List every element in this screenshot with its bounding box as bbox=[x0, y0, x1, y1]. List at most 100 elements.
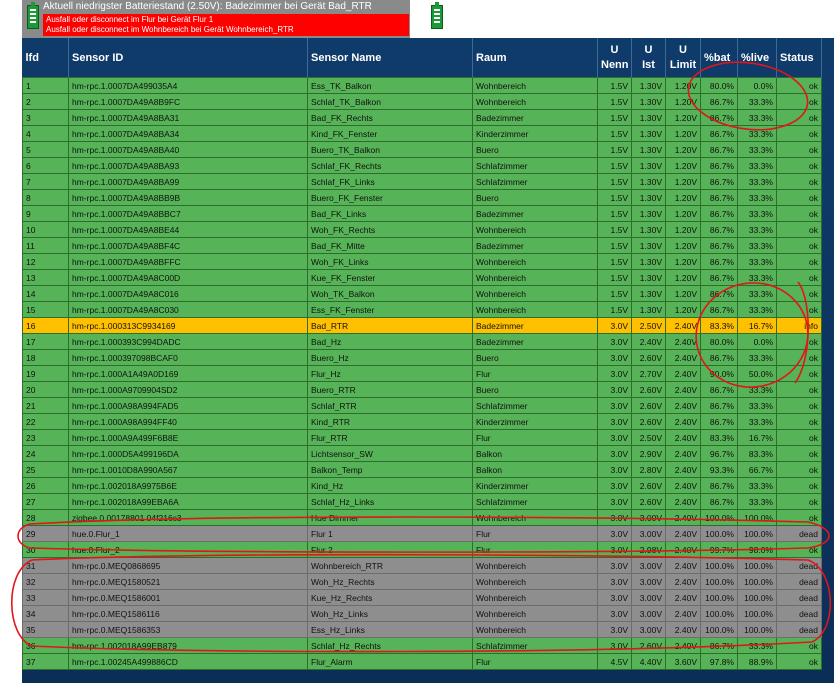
table-row[interactable]: 2 hm-rpc.1.0007DA49A8B9FC Schlaf_TK_Balkon… bbox=[22, 93, 822, 110]
col-header-sensor-name[interactable]: Sensor Name bbox=[307, 38, 473, 78]
table-row[interactable]: 32 hm-rpc.0.MEQ1580521 Woh_Hz_Rechts Wohnbe… bbox=[22, 573, 822, 590]
table-row[interactable]: 5 hm-rpc.1.0007DA49A8BA40 Buero_TK_Balkon B… bbox=[22, 141, 822, 158]
cell-lfd: 24 bbox=[22, 445, 69, 462]
cell-live: 33.3% bbox=[737, 269, 777, 286]
cell-u-nenn: 3.0V bbox=[597, 509, 632, 526]
table-row[interactable]: 3 hm-rpc.1.0007DA49A8BA31 Bad_FK_Rechts Bad… bbox=[22, 109, 822, 126]
cell-bat: 100.0% bbox=[700, 589, 738, 606]
cell-u-limit: 2.40V bbox=[665, 589, 701, 606]
cell-u-limit: 1.20V bbox=[665, 253, 701, 270]
cell-sensor-name: Buero_RTR bbox=[307, 381, 473, 398]
cell-status: ok bbox=[776, 637, 822, 654]
cell-sensor-name: Flur_Hz bbox=[307, 365, 473, 382]
cell-u-limit: 2.40V bbox=[665, 541, 701, 558]
table-row[interactable]: 23 hm-rpc.1.000A9A499F6B8E Flur_RTR Flur 3.0… bbox=[22, 429, 822, 446]
cell-status: ok bbox=[776, 237, 822, 254]
table-row[interactable]: 21 hm-rpc.1.000A98A994FAD5 Schlaf_RTR Schla… bbox=[22, 397, 822, 414]
col-header-live[interactable]: %live bbox=[737, 38, 777, 78]
cell-sensor-id: hm-rpc.1.0007DA49A8BF4C bbox=[68, 237, 308, 254]
col-header-u-limit[interactable]: U Limit bbox=[665, 38, 701, 78]
table-row[interactable]: 33 hm-rpc.0.MEQ1586001 Kue_Hz_Rechts Wohnbe… bbox=[22, 589, 822, 606]
cell-sensor-id: hm-rpc.1.0007DA49A8BB9B bbox=[68, 189, 308, 206]
col-header-sensor-id[interactable]: Sensor ID bbox=[68, 38, 308, 78]
cell-status: ok bbox=[776, 445, 822, 462]
col-header-bat[interactable]: %bat bbox=[700, 38, 738, 78]
col-header-status[interactable]: Status bbox=[776, 38, 822, 78]
cell-status: ok bbox=[776, 509, 822, 526]
cell-status: ok bbox=[776, 349, 822, 366]
cell-sensor-name: Schlaf_FK_Links bbox=[307, 173, 473, 190]
cell-sensor-name: Balkon_Temp bbox=[307, 461, 473, 478]
cell-u-nenn: 3.0V bbox=[597, 621, 632, 638]
table-row[interactable]: 4 hm-rpc.1.0007DA49A8BA34 Kind_FK_Fenster K… bbox=[22, 125, 822, 142]
table-row[interactable]: 25 hm-rpc.1.0010D8A990A567 Balkon_Temp Balk… bbox=[22, 461, 822, 478]
cell-live: 33.3% bbox=[737, 157, 777, 174]
table-row[interactable]: 12 hm-rpc.1.0007DA49A8BFFC Woh_FK_Links Woh… bbox=[22, 253, 822, 270]
cell-bat: 86.7% bbox=[700, 301, 738, 318]
table-row[interactable]: 14 hm-rpc.1.0007DA49A8C016 Woh_TK_Balkon Wo… bbox=[22, 285, 822, 302]
table-row[interactable]: 19 hm-rpc.1.000A1A49A0D169 Flur_Hz Flur 3.0V… bbox=[22, 365, 822, 382]
cell-u-limit: 1.20V bbox=[665, 237, 701, 254]
cell-u-nenn: 3.0V bbox=[597, 589, 632, 606]
table-row[interactable]: 1 hm-rpc.1.0007DA499035A4 Ess_TK_Balkon Woh… bbox=[22, 77, 822, 94]
cell-u-ist: 1.30V bbox=[631, 221, 666, 238]
table-row[interactable]: 24 hm-rpc.1.000D5A499196DA Lichtsensor_SW B… bbox=[22, 445, 822, 462]
cell-lfd: 30 bbox=[22, 541, 69, 558]
cell-u-nenn: 4.5V bbox=[597, 653, 632, 670]
cell-u-ist: 2.60V bbox=[631, 381, 666, 398]
cell-bat: 86.7% bbox=[700, 349, 738, 366]
cell-u-ist: 2.40V bbox=[631, 333, 666, 350]
col-header-lfd[interactable]: lfd bbox=[22, 38, 69, 78]
table-row[interactable]: 29 hue.0.Flur_1 Flur 1 Flur 3.0V 3.00V 2.40V 10… bbox=[22, 525, 822, 542]
col-header-raum[interactable]: Raum bbox=[472, 38, 598, 78]
cell-lfd: 6 bbox=[22, 157, 69, 174]
cell-raum: Wohnbereich bbox=[472, 557, 598, 574]
table-row[interactable]: 9 hm-rpc.1.0007DA49A8BBC7 Bad_FK_Links Bade… bbox=[22, 205, 822, 222]
col-header-u-ist[interactable]: U Ist bbox=[631, 38, 666, 78]
table-row[interactable]: 17 hm-rpc.1.000393C994DADC Bad_Hz Badezimme… bbox=[22, 333, 822, 350]
table-row[interactable]: 15 hm-rpc.1.0007DA49A8C030 Ess_FK_Fenster W… bbox=[22, 301, 822, 318]
cell-u-limit: 2.40V bbox=[665, 509, 701, 526]
table-row[interactable]: 20 hm-rpc.1.000A9709904SD2 Buero_RTR Buero 3… bbox=[22, 381, 822, 398]
cell-lfd: 33 bbox=[22, 589, 69, 606]
table-row[interactable]: 27 hm-rpc.1.002018A99EBA6A Schlaf_Hz_Links… bbox=[22, 493, 822, 510]
cell-sensor-name: Bad_FK_Mitte bbox=[307, 237, 473, 254]
cell-status: ok bbox=[776, 381, 822, 398]
cell-status: ok bbox=[776, 397, 822, 414]
table-row[interactable]: 13 hm-rpc.1.0007DA49A8C00D Kue_FK_Fenster W… bbox=[22, 269, 822, 286]
cell-u-limit: 1.20V bbox=[665, 93, 701, 110]
cell-sensor-name: Hue Dimmer bbox=[307, 509, 473, 526]
table-row[interactable]: 26 hm-rpc.1.002018A9975B6E Kind_Hz Kinderzi… bbox=[22, 477, 822, 494]
table-row[interactable]: 34 hm-rpc.0.MEQ1586116 Woh_Hz_Links Wohnber… bbox=[22, 605, 822, 622]
col-header-u-nenn[interactable]: U Nenn bbox=[597, 38, 632, 78]
table-row[interactable]: 8 hm-rpc.1.0007DA49A8BB9B Buero_FK_Fenster… bbox=[22, 189, 822, 206]
table-row[interactable]: 37 hm-rpc.1.00245A499886CD Flur_Alarm Flur 4… bbox=[22, 653, 822, 670]
cell-raum: Balkon bbox=[472, 461, 598, 478]
table-row[interactable]: 28 zigbee.0.00178801 04f216c3 Hue Dimmer Wo… bbox=[22, 509, 822, 526]
table-row[interactable]: 35 hm-rpc.0.MEQ1586353 Ess_Hz_Links Wohnber… bbox=[22, 621, 822, 638]
cell-u-limit: 2.40V bbox=[665, 477, 701, 494]
cell-sensor-name: Lichtsensor_SW bbox=[307, 445, 473, 462]
cell-sensor-id: hm-rpc.1.0007DA49A8BA34 bbox=[68, 125, 308, 142]
cell-u-limit: 2.40V bbox=[665, 525, 701, 542]
cell-u-limit: 1.20V bbox=[665, 189, 701, 206]
table-row[interactable]: 36 hm-rpc.1.002018A99EB879 Schlaf_Hz_Recht… bbox=[22, 637, 822, 654]
cell-bat: 80.0% bbox=[700, 77, 738, 94]
table-row[interactable]: 22 hm-rpc.1.000A98A994FF40 Kind_RTR Kinderz… bbox=[22, 413, 822, 430]
table-row[interactable]: 6 hm-rpc.1.0007DA49A8BA93 Schlaf_FK_Rechts… bbox=[22, 157, 822, 174]
cell-sensor-name: Buero_FK_Fenster bbox=[307, 189, 473, 206]
table-row[interactable]: 11 hm-rpc.1.0007DA49A8BF4C Bad_FK_Mitte Bad… bbox=[22, 237, 822, 254]
table-row[interactable]: 7 hm-rpc.1.0007DA49A8BA99 Schlaf_FK_Links S… bbox=[22, 173, 822, 190]
table-row[interactable]: 18 hm-rpc.1.000397098BCAF0 Buero_Hz Buero 3.… bbox=[22, 349, 822, 366]
cell-bat: 86.7% bbox=[700, 93, 738, 110]
cell-u-nenn: 3.0V bbox=[597, 461, 632, 478]
table-row[interactable]: 10 hm-rpc.1.0007DA49A8BE44 Woh_FK_Rechts Wo… bbox=[22, 221, 822, 238]
cell-status: ok bbox=[776, 333, 822, 350]
cell-u-nenn: 3.0V bbox=[597, 429, 632, 446]
cell-sensor-name: Kue_Hz_Rechts bbox=[307, 589, 473, 606]
cell-u-ist: 2.90V bbox=[631, 445, 666, 462]
cell-lfd: 18 bbox=[22, 349, 69, 366]
table-row[interactable]: 16 hm-rpc.1.000313C9934169 Bad_RTR Badezimm… bbox=[22, 317, 822, 334]
table-row[interactable]: 30 hue.0.Flur_2 Flur 2 Flur 3.0V 2.98V 2.40V 99… bbox=[22, 541, 822, 558]
table-row[interactable]: 31 hm-rpc.0.MEQ0868695 Wohnbereich_RTR Wohn… bbox=[22, 557, 822, 574]
